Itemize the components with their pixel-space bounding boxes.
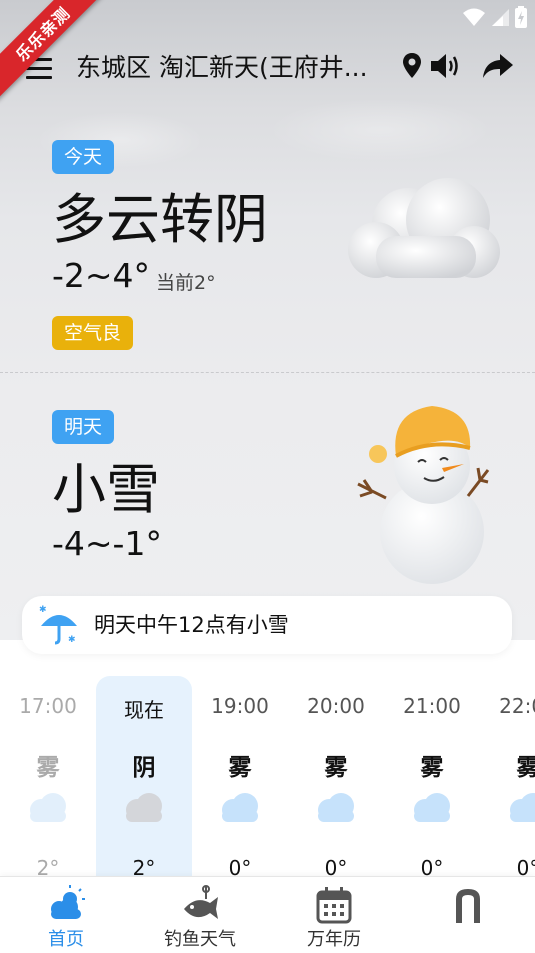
arch-icon — [456, 889, 480, 923]
svg-text:✱: ✱ — [39, 605, 47, 615]
hour-temp: 2° — [36, 856, 60, 876]
cloud-icon — [30, 793, 66, 822]
hour-condition: 雾 — [516, 755, 535, 781]
tomorrow-condition: 小雪 — [52, 458, 160, 521]
signal-icon — [492, 9, 509, 26]
tomorrow-temp-range: -4~-1° — [52, 524, 162, 563]
hour-temp: 0° — [516, 856, 535, 876]
hour-time: 21:00 — [403, 694, 461, 718]
hour-time: 现在 — [124, 698, 164, 722]
cloud-icon — [510, 793, 535, 822]
nav-label-calendar: 万年历 — [307, 929, 361, 950]
hour-condition: 雾 — [420, 755, 444, 781]
hour-temp: 0° — [324, 856, 348, 876]
hour-temp: 0° — [420, 856, 444, 876]
today-tag: 今天 — [52, 140, 115, 174]
air-quality-badge[interactable]: 空气良 — [52, 316, 134, 350]
hour-temp: 0° — [228, 856, 252, 876]
fishing-icon — [184, 885, 218, 919]
cloud-icon — [318, 793, 354, 822]
nav-calendar[interactable]: 万年历 — [284, 877, 384, 953]
nav-more[interactable] — [418, 877, 518, 953]
wifi-icon — [463, 8, 485, 26]
weather-hero: 东城区 淘汇新天(王府井... 今天 多云转阴 -2~4° 当前2° 空气良 明… — [0, 0, 535, 640]
hour-condition: 雾 — [324, 755, 348, 781]
calendar-icon — [316, 887, 352, 924]
hour-time: 17:00 — [19, 694, 77, 718]
section-divider — [0, 372, 535, 373]
hour-time: 20:00 — [307, 694, 365, 718]
speaker-icon[interactable] — [430, 52, 462, 80]
svg-text:✱: ✱ — [68, 635, 76, 645]
hour-condition: 雾 — [228, 755, 252, 781]
weather-home-icon — [51, 885, 85, 919]
app-header: 东城区 淘汇新天(王府井... — [0, 40, 535, 96]
cloud-icon — [222, 793, 258, 822]
hour-column-current[interactable]: 现在 阴 2° — [96, 676, 192, 876]
overcast-icon — [126, 793, 162, 822]
today-temp-range: -2~4° — [52, 256, 151, 295]
nav-label-home: 首页 — [48, 929, 84, 950]
hour-condition: 阴 — [132, 755, 156, 781]
today-condition: 多云转阴 — [52, 188, 268, 251]
hour-temp: 2° — [132, 856, 156, 876]
hour-time: 19:00 — [211, 694, 269, 718]
snow-umbrella-icon: ✱ ✱ — [39, 605, 77, 645]
current-temp: 当前2° — [156, 272, 216, 294]
hour-column[interactable]: 20:00 雾 0° — [288, 676, 384, 876]
share-icon[interactable] — [482, 52, 514, 80]
nav-fishing-weather[interactable]: 钓鱼天气 — [150, 877, 250, 953]
nav-home[interactable]: 首页 — [16, 877, 116, 953]
hour-condition: 雾 — [36, 755, 60, 781]
bottom-navigation: 首页 钓鱼天气 万年历 — [0, 876, 535, 953]
location-title[interactable]: 东城区 淘汇新天(王府井... — [76, 48, 396, 88]
weather-alert-card[interactable]: ✱ ✱ 明天中午12点有小雪 — [22, 596, 512, 654]
location-pin-icon[interactable] — [402, 52, 422, 80]
cloudy-icon — [348, 178, 500, 278]
hour-column[interactable]: 21:00 雾 0° — [384, 676, 480, 876]
tomorrow-tag: 明天 — [52, 410, 115, 444]
hour-column[interactable]: 17:00 雾 2° — [0, 676, 96, 876]
hour-column[interactable]: 19:00 雾 0° — [192, 676, 288, 876]
battery-charging-icon — [515, 6, 527, 28]
nav-label-fishing: 钓鱼天气 — [164, 929, 236, 950]
hourly-forecast[interactable]: 17:00 雾 2° 现在 阴 2° 19:00 雾 0° 20:00 雾 0°… — [0, 676, 535, 876]
alert-text: 明天中午12点有小雪 — [94, 613, 289, 637]
hour-time: 22:00 — [499, 694, 535, 718]
snowman-icon — [357, 406, 490, 584]
hour-column[interactable]: 22:00 雾 0° — [480, 676, 535, 876]
cloud-icon — [414, 793, 450, 822]
